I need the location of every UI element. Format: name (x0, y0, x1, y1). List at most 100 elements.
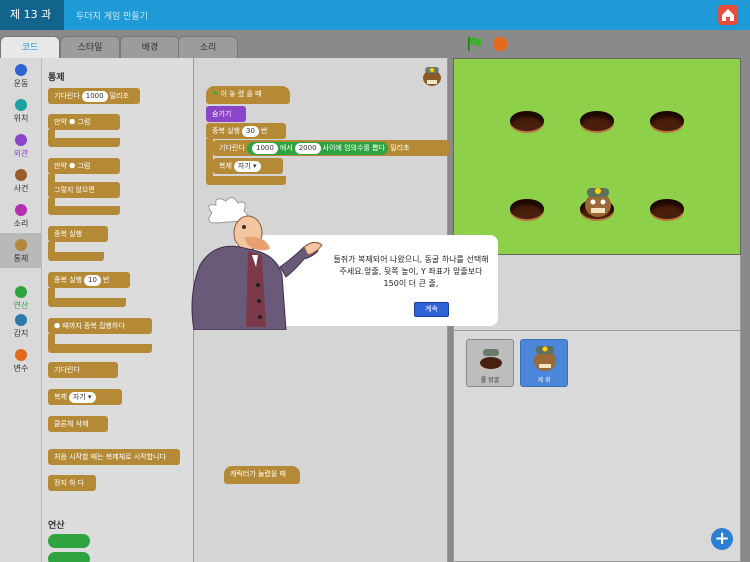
category-control[interactable]: 통제 (0, 233, 42, 268)
home-button[interactable] (718, 5, 738, 25)
block-clone[interactable]: 복제 자기 ▾ (48, 389, 122, 405)
category-looks[interactable]: 외관 (0, 128, 42, 163)
category-events[interactable]: 사건 (0, 163, 42, 198)
category-dot-icon (15, 314, 27, 326)
block-label: 번 (260, 127, 268, 135)
sprite-list: 를 망굴 게 쥐 (453, 330, 741, 562)
category-dot-icon (15, 169, 27, 181)
block-repeat-end (48, 298, 126, 307)
block-label: 밀리초 (109, 92, 129, 100)
continue-button[interactable]: 계속 (414, 302, 449, 317)
block-clone[interactable]: 복제 자기 ▾ (213, 158, 283, 174)
block-label: 중복 실행 (212, 127, 240, 135)
sprite-thumb-mole[interactable]: 게 쥐 (520, 339, 568, 387)
category-motion[interactable]: 운동 (0, 58, 42, 93)
block-label: 에서 (279, 144, 293, 152)
category-sound[interactable]: 소리 (0, 198, 42, 233)
sprite-thumb-hole[interactable]: 를 망굴 (466, 339, 514, 387)
block-when-clone-starts[interactable]: 처음 시작할 때는 복제체로 시작합니다 (48, 449, 180, 465)
block-repeat-until[interactable]: ⬣ 때까지 종복 집행하다 (48, 318, 152, 334)
block-hide[interactable]: 숨기기 (206, 106, 246, 122)
lesson-title: 제 13 과 (0, 0, 64, 30)
category-dot-icon (15, 134, 27, 146)
block-input[interactable]: 10 (84, 275, 101, 286)
sprite-label: 를 망굴 (480, 377, 500, 384)
block-stop[interactable]: 정지 하 다 (48, 475, 96, 491)
category-label: 통제 (13, 254, 29, 263)
green-flag-icon: ⚑ (212, 90, 219, 98)
block-input[interactable]: 30 (242, 126, 259, 137)
block-if-end (48, 138, 120, 147)
category-position[interactable]: 위치 (0, 93, 42, 128)
palette-section-title: 연산 (48, 521, 65, 531)
block-delete-clone[interactable]: 클론체 삭제 (48, 416, 108, 432)
professor-character (191, 197, 323, 330)
block-label: 때까지 종복 집행하다 (62, 322, 125, 330)
category-label: 감지 (13, 329, 29, 338)
block-repeat-end (206, 176, 286, 185)
block-if-else[interactable]: 만약 ⬣ 그럼 (48, 158, 120, 174)
block-random[interactable]: 1000 에서 2000 사이에 임의수를 뽑다 (247, 142, 388, 155)
mole-hole (650, 111, 684, 131)
block-wait-until[interactable]: 기다린다 (48, 362, 118, 378)
category-sidebar: 운동 위치 외관 사건 소리 통제 연산 감지 변수 (0, 58, 42, 562)
block-input[interactable]: 1000 (252, 143, 278, 154)
block-forever[interactable]: 종복 실행 (48, 226, 108, 242)
block-label: 기다린다 (219, 144, 245, 152)
category-variables[interactable]: 변수 (0, 343, 42, 378)
home-icon (722, 9, 734, 21)
category-dot-icon (15, 64, 27, 76)
block-label: 복제 (54, 393, 67, 401)
category-dot-icon (15, 349, 27, 361)
tab-background[interactable]: 배경 (120, 36, 180, 58)
block-label: 복제 (219, 162, 232, 170)
tab-code[interactable]: 코드 (0, 36, 60, 58)
category-label: 외관 (13, 149, 29, 158)
hole-sprite-icon (480, 349, 502, 369)
block-label: 사이에 임의수를 뽑다 (322, 144, 385, 152)
category-sensing[interactable]: 감지 (0, 308, 42, 343)
block-label: 기다린다 (54, 92, 80, 100)
block-label: 번 (102, 276, 110, 284)
tab-sound[interactable]: 소리 (178, 36, 238, 58)
mole-sprite-icon (534, 346, 556, 371)
block-subtract[interactable] (48, 552, 90, 562)
category-label: 사건 (13, 184, 29, 193)
stage[interactable] (453, 58, 741, 255)
category-dot-icon (15, 239, 27, 251)
block-wait[interactable]: 기다린다 1000 밀리초 (48, 88, 140, 104)
block-repeat-30[interactable]: 중복 실행 30 번 (206, 123, 286, 139)
block-label: 캐릭터가 눌렸을 때 (230, 470, 286, 478)
sprite-label: 게 쥐 (537, 377, 551, 384)
block-repeat-arm (206, 139, 213, 179)
block-repeat-until-end (48, 344, 152, 353)
block-input[interactable]: 1000 (81, 91, 108, 102)
tab-style[interactable]: 스타일 (60, 36, 120, 58)
mole-hole (510, 199, 544, 219)
block-input[interactable]: 2000 (294, 143, 321, 154)
block-repeat[interactable]: 종복 실행 10 번 (48, 272, 130, 288)
block-label: 이 놓 렸 을 때 (220, 90, 262, 98)
category-dot-icon (15, 204, 27, 216)
block-wait-random[interactable]: 기다린다 1000 에서 2000 사이에 임의수를 뽑다 밀리초 (213, 140, 449, 156)
block-dropdown[interactable]: 자기 ▾ (233, 161, 261, 172)
block-forever-end (48, 252, 104, 261)
green-flag-icon[interactable] (466, 36, 482, 52)
mole-hole (580, 111, 614, 131)
block-add[interactable] (48, 534, 90, 548)
block-label: 종복 실행 (54, 276, 82, 284)
palette-section-title: 통제 (48, 73, 65, 83)
block-dropdown[interactable]: 자기 ▾ (68, 392, 96, 403)
stop-icon[interactable] (492, 36, 508, 52)
block-label: 만약 (54, 162, 67, 170)
block-label: 그럼 (77, 118, 91, 126)
category-label: 변수 (13, 364, 29, 373)
block-when-flag[interactable]: ⚑ 이 놓 렸 을 때 (206, 86, 290, 104)
block-else-end (48, 206, 120, 215)
mole-sprite[interactable] (581, 183, 615, 219)
dialog-text: 들쥐가 복제되어 나왔으니, 동굴 하나를 선택해 주세요.앞줄, 뒷쪽 높이,… (333, 255, 489, 288)
block-if[interactable]: 만약 ⬣ 그럼 (48, 114, 120, 130)
block-else: 그렇지 않으면 (48, 182, 120, 198)
block-when-clicked[interactable]: 캐릭터가 눌렸을 때 (224, 466, 300, 484)
add-sprite-button[interactable]: + (711, 528, 733, 550)
